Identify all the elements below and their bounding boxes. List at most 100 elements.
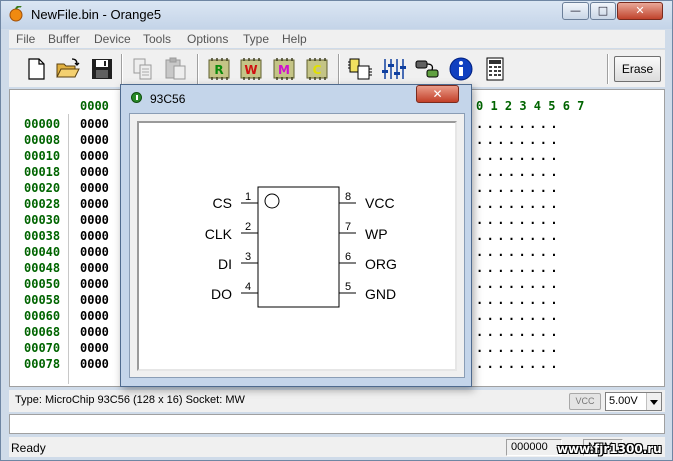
open-folder-icon[interactable]: [55, 56, 81, 82]
minimize-icon: —: [570, 4, 581, 17]
pin-right-7: 7 WP: [339, 221, 388, 242]
connector-icon[interactable]: [414, 56, 440, 82]
close-icon: ✕: [432, 87, 443, 101]
row-data[interactable]: 0000: [80, 356, 109, 372]
pin-number: 8: [345, 191, 351, 203]
row-address: 00068: [24, 325, 61, 339]
status-offset: 000000: [506, 439, 562, 456]
save-disk-icon[interactable]: [89, 56, 115, 82]
row-ascii[interactable]: ........: [476, 132, 561, 148]
row-data[interactable]: 0000: [80, 324, 109, 340]
row-ascii[interactable]: ........: [476, 276, 561, 292]
erase-button[interactable]: Erase: [614, 56, 661, 82]
row-data[interactable]: 0000: [80, 340, 109, 356]
menu-file[interactable]: File: [16, 32, 35, 46]
row-data[interactable]: 0000: [80, 292, 109, 308]
title-bar: NewFile.bin - Orange5 — □ ✕: [1, 1, 672, 29]
toolbar-separator: [338, 54, 340, 84]
calculator-icon[interactable]: [482, 56, 508, 82]
row-data[interactable]: 0000: [80, 308, 109, 324]
toolbar-separator: [197, 54, 199, 84]
pin-number: 7: [345, 221, 351, 233]
row-ascii[interactable]: ........: [476, 308, 561, 324]
minimize-button[interactable]: —: [562, 2, 589, 20]
row-ascii[interactable]: ........: [476, 228, 561, 244]
menu-buffer[interactable]: Buffer: [48, 32, 80, 46]
device-type-text: Type: MicroChip 93C56 (128 x 16) Socket:…: [15, 394, 245, 406]
merge-chip-icon[interactable]: M: [271, 56, 297, 82]
row-data[interactable]: 0000: [80, 276, 109, 292]
vcc-button[interactable]: VCC: [569, 393, 601, 410]
row-address: 00038: [24, 229, 61, 243]
row-ascii[interactable]: ........: [476, 244, 561, 260]
pin1-marker: [264, 193, 280, 209]
row-ascii[interactable]: ........: [476, 196, 561, 212]
ascii-column: ........................................…: [476, 116, 561, 372]
row-data[interactable]: 0000: [80, 196, 109, 212]
voltage-select[interactable]: 5.00V: [605, 392, 662, 411]
row-data[interactable]: 0000: [80, 244, 109, 260]
menu-device[interactable]: Device: [94, 32, 131, 46]
row-address: 00000: [24, 117, 61, 131]
menu-options[interactable]: Options: [187, 32, 228, 46]
row-address: 00078: [24, 357, 61, 371]
row-ascii[interactable]: ........: [476, 292, 561, 308]
compare-chip-icon[interactable]: C: [304, 56, 330, 82]
row-data[interactable]: 0000: [80, 148, 109, 164]
settings-sliders-icon[interactable]: [380, 56, 406, 82]
info-dot-icon: [131, 92, 142, 103]
row-data[interactable]: 0000: [80, 260, 109, 276]
close-button[interactable]: ✕: [617, 2, 663, 20]
row-ascii[interactable]: ........: [476, 164, 561, 180]
row-data[interactable]: 0000: [80, 132, 109, 148]
pin-label: VCC: [365, 195, 395, 211]
pin-label: CLK: [205, 226, 233, 242]
row-ascii[interactable]: ........: [476, 324, 561, 340]
read-chip-icon[interactable]: R: [206, 56, 232, 82]
svg-text:C: C: [313, 63, 322, 77]
row-ascii[interactable]: ........: [476, 116, 561, 132]
pin-right-6: 6 ORG: [339, 251, 397, 272]
pin-right-8: 8 VCC: [339, 191, 395, 211]
row-address: 00070: [24, 341, 61, 355]
copy-icon[interactable]: [130, 56, 156, 82]
svg-text:R: R: [214, 63, 223, 77]
menu-type[interactable]: Type: [243, 32, 269, 46]
row-address: 00010: [24, 149, 61, 163]
row-ascii[interactable]: ........: [476, 340, 561, 356]
row-address: 00058: [24, 293, 61, 307]
dialog-close-button[interactable]: ✕: [416, 85, 459, 103]
chip-diagram-panel: 1 CS 2 CLK 3 DI 4 DO 8 VCC 7 WP 6 ORG 5 …: [137, 121, 457, 371]
maximize-button[interactable]: □: [590, 2, 616, 20]
pin-number: 4: [245, 281, 251, 293]
write-chip-icon[interactable]: W: [238, 56, 264, 82]
menu-help[interactable]: Help: [282, 32, 307, 46]
pin-number: 1: [245, 191, 251, 203]
paste-icon[interactable]: [163, 56, 189, 82]
row-data[interactable]: 0000: [80, 116, 109, 132]
menu-tools[interactable]: Tools: [143, 32, 171, 46]
row-ascii[interactable]: ........: [476, 260, 561, 276]
row-address: 00030: [24, 213, 61, 227]
row-ascii[interactable]: ........: [476, 212, 561, 228]
row-data[interactable]: 0000: [80, 164, 109, 180]
toolbar-separator: [121, 54, 123, 84]
row-data[interactable]: 0000: [80, 228, 109, 244]
pin-label: DO: [211, 286, 232, 302]
row-ascii[interactable]: ........: [476, 180, 561, 196]
dialog-body: 1 CS 2 CLK 3 DI 4 DO 8 VCC 7 WP 6 ORG 5 …: [129, 113, 465, 378]
device-select-icon[interactable]: [347, 56, 373, 82]
pin-left-3: 3 DI: [218, 251, 258, 272]
log-box: [9, 414, 665, 434]
pin-label: GND: [365, 286, 396, 302]
new-file-icon[interactable]: [23, 56, 49, 82]
row-ascii[interactable]: ........: [476, 356, 561, 372]
row-data[interactable]: 0000: [80, 212, 109, 228]
pin-label: ORG: [365, 256, 397, 272]
menu-bar: File Buffer Device Tools Options Type He…: [9, 30, 665, 48]
row-ascii[interactable]: ........: [476, 148, 561, 164]
close-icon: ✕: [635, 4, 645, 17]
maximize-icon: □: [597, 4, 609, 17]
row-data[interactable]: 0000: [80, 180, 109, 196]
info-icon[interactable]: [448, 56, 474, 82]
